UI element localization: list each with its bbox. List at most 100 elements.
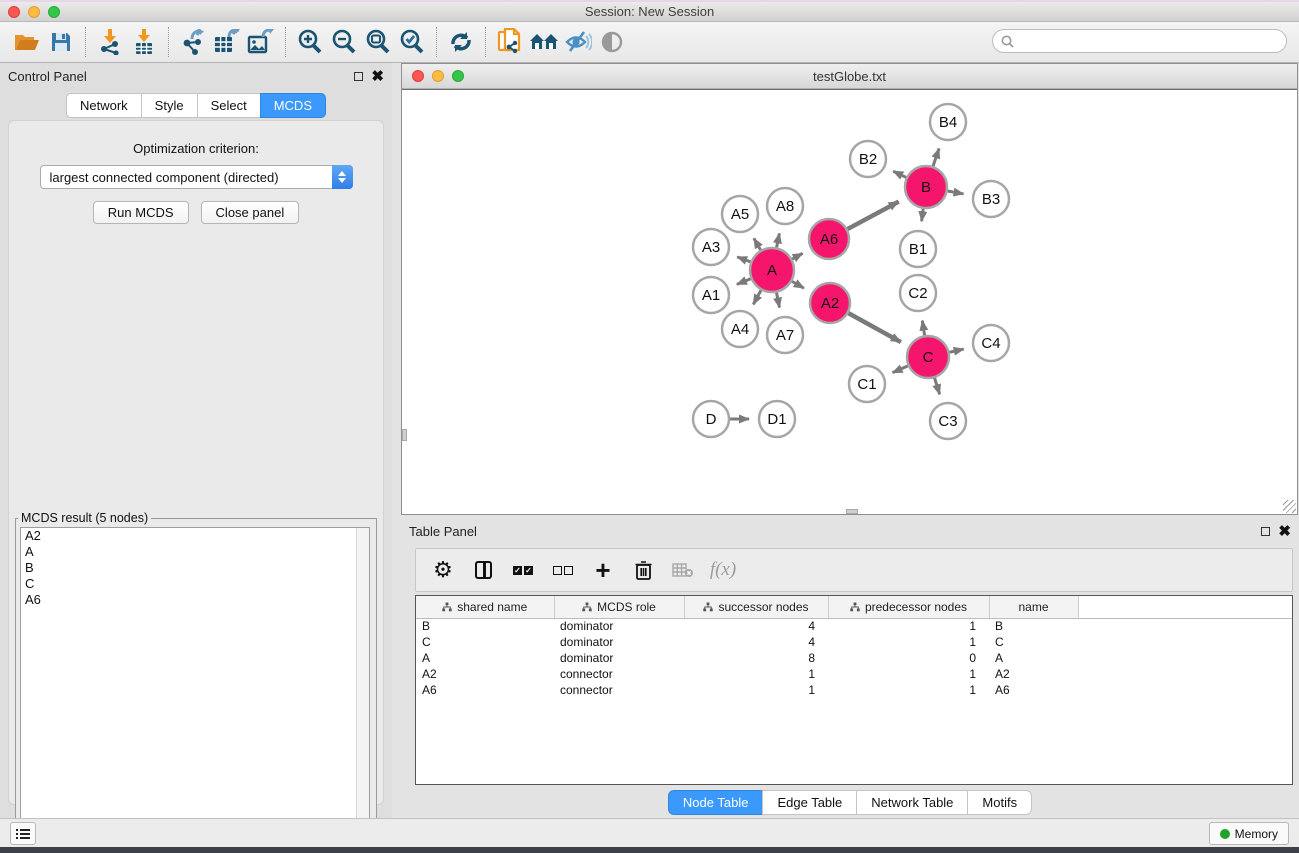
table-row-a[interactable]: Adominator80A: [416, 650, 1292, 666]
close-panel-icon[interactable]: ✖: [371, 72, 384, 81]
cell-shared-name[interactable]: A2: [416, 666, 554, 682]
cell-shared-name[interactable]: C: [416, 634, 554, 650]
edge-C-C4[interactable]: [949, 349, 963, 352]
cell-successor-nodes[interactable]: 4: [684, 634, 828, 650]
edge-A-A5[interactable]: [754, 238, 761, 250]
cell-shared-name[interactable]: B: [416, 618, 554, 634]
cell-name[interactable]: A6: [989, 682, 1078, 698]
select-all-icon[interactable]: ✓✓: [508, 555, 538, 585]
import-table-icon[interactable]: [127, 26, 161, 58]
horizontal-scrollbar-thumb[interactable]: [846, 509, 858, 514]
run-mcds-button[interactable]: Run MCDS: [93, 201, 189, 224]
edge-A-A7[interactable]: [777, 293, 780, 308]
network-canvas[interactable]: B4B2BB3A5A8A6A3AB1A1A2C2A4A7C4CC1DD1C3: [402, 89, 1297, 514]
gear-icon[interactable]: ⚙: [428, 555, 458, 585]
zoom-out-icon[interactable]: [327, 26, 361, 58]
table-row-a6[interactable]: A6connector11A6: [416, 682, 1292, 698]
cell-name[interactable]: A: [989, 650, 1078, 666]
close-window-button[interactable]: [8, 6, 20, 18]
edge-A-A4[interactable]: [753, 290, 761, 304]
export-image-icon[interactable]: [244, 26, 278, 58]
result-item-a[interactable]: A: [21, 544, 369, 560]
cell-name[interactable]: C: [989, 634, 1078, 650]
zoom-selected-icon[interactable]: [395, 26, 429, 58]
cell-MCDS-role[interactable]: connector: [554, 666, 684, 682]
edge-C-C2[interactable]: [922, 321, 924, 336]
tab-network-table[interactable]: Network Table: [856, 790, 967, 815]
result-item-a2[interactable]: A2: [21, 528, 369, 544]
cell-predecessor-nodes[interactable]: 0: [828, 650, 989, 666]
tab-motifs[interactable]: Motifs: [967, 790, 1032, 815]
table-row-b[interactable]: Bdominator41B: [416, 618, 1292, 634]
edge-B-B1[interactable]: [922, 209, 924, 221]
network-zoom-button[interactable]: [452, 70, 464, 82]
tab-edge-table[interactable]: Edge Table: [762, 790, 856, 815]
zoom-in-icon[interactable]: [293, 26, 327, 58]
hide-panels-icon[interactable]: [561, 26, 595, 58]
edge-C-C3[interactable]: [935, 378, 940, 394]
deselect-all-icon[interactable]: [548, 555, 578, 585]
edge-A-A6[interactable]: [792, 253, 802, 259]
column-header-name[interactable]: name: [989, 596, 1078, 618]
edge-A6-B[interactable]: [848, 202, 899, 229]
cell-predecessor-nodes[interactable]: 1: [828, 634, 989, 650]
network-overview-icon[interactable]: [527, 26, 561, 58]
zoom-window-button[interactable]: [48, 6, 60, 18]
resize-grip[interactable]: [1283, 500, 1296, 513]
tab-network[interactable]: Network: [66, 93, 141, 118]
edge-A-A1[interactable]: [737, 279, 751, 285]
cell-successor-nodes[interactable]: 4: [684, 618, 828, 634]
memory-button[interactable]: Memory: [1209, 822, 1289, 845]
criterion-dropdown[interactable]: largest connected component (directed): [40, 165, 353, 189]
export-table-icon[interactable]: [210, 26, 244, 58]
table-float-panel-icon[interactable]: [1261, 527, 1270, 536]
edge-B-B3[interactable]: [948, 191, 964, 194]
export-network-icon[interactable]: [176, 26, 210, 58]
cell-shared-name[interactable]: A6: [416, 682, 554, 698]
tab-style[interactable]: Style: [141, 93, 197, 118]
cell-successor-nodes[interactable]: 1: [684, 682, 828, 698]
minimize-window-button[interactable]: [28, 6, 40, 18]
edge-A-A3[interactable]: [737, 257, 750, 262]
column-header-successor-nodes[interactable]: successor nodes: [684, 596, 828, 618]
add-column-icon[interactable]: +: [588, 555, 618, 585]
network-minimize-button[interactable]: [432, 70, 444, 82]
cell-MCDS-role[interactable]: dominator: [554, 634, 684, 650]
result-item-b[interactable]: B: [21, 560, 369, 576]
table-row-c[interactable]: Cdominator41C: [416, 634, 1292, 650]
tab-mcds[interactable]: MCDS: [260, 93, 326, 118]
table-close-panel-icon[interactable]: ✖: [1278, 527, 1291, 536]
network-close-button[interactable]: [412, 70, 424, 82]
cell-successor-nodes[interactable]: 1: [684, 666, 828, 682]
cell-MCDS-role[interactable]: connector: [554, 682, 684, 698]
tab-node-table[interactable]: Node Table: [668, 790, 763, 815]
search-box[interactable]: [992, 29, 1287, 53]
column-header-predecessor-nodes[interactable]: predecessor nodes: [828, 596, 989, 618]
column-view-icon[interactable]: [468, 555, 498, 585]
duplicate-network-icon[interactable]: [493, 26, 527, 58]
cell-MCDS-role[interactable]: dominator: [554, 650, 684, 666]
cell-predecessor-nodes[interactable]: 1: [828, 666, 989, 682]
cell-name[interactable]: A2: [989, 666, 1078, 682]
result-item-a6[interactable]: A6: [21, 592, 369, 608]
edge-B-B2[interactable]: [893, 171, 906, 177]
save-session-icon[interactable]: [44, 26, 78, 58]
edge-A-A2[interactable]: [792, 281, 804, 288]
cell-name[interactable]: B: [989, 618, 1078, 634]
delete-column-icon[interactable]: [628, 555, 658, 585]
refresh-icon[interactable]: [444, 26, 478, 58]
cell-predecessor-nodes[interactable]: 1: [828, 618, 989, 634]
edge-B-B4[interactable]: [933, 149, 939, 167]
vertical-scrollbar-thumb[interactable]: [402, 429, 407, 441]
zoom-fit-icon[interactable]: [361, 26, 395, 58]
open-file-icon[interactable]: [10, 26, 44, 58]
edge-C-C1[interactable]: [893, 366, 908, 373]
close-panel-button[interactable]: Close panel: [201, 201, 300, 224]
import-network-icon[interactable]: [93, 26, 127, 58]
cell-predecessor-nodes[interactable]: 1: [828, 682, 989, 698]
edge-A-A8[interactable]: [777, 233, 780, 247]
cell-successor-nodes[interactable]: 8: [684, 650, 828, 666]
tab-select[interactable]: Select: [197, 93, 260, 118]
cell-shared-name[interactable]: A: [416, 650, 554, 666]
search-input[interactable]: [1019, 34, 1286, 48]
